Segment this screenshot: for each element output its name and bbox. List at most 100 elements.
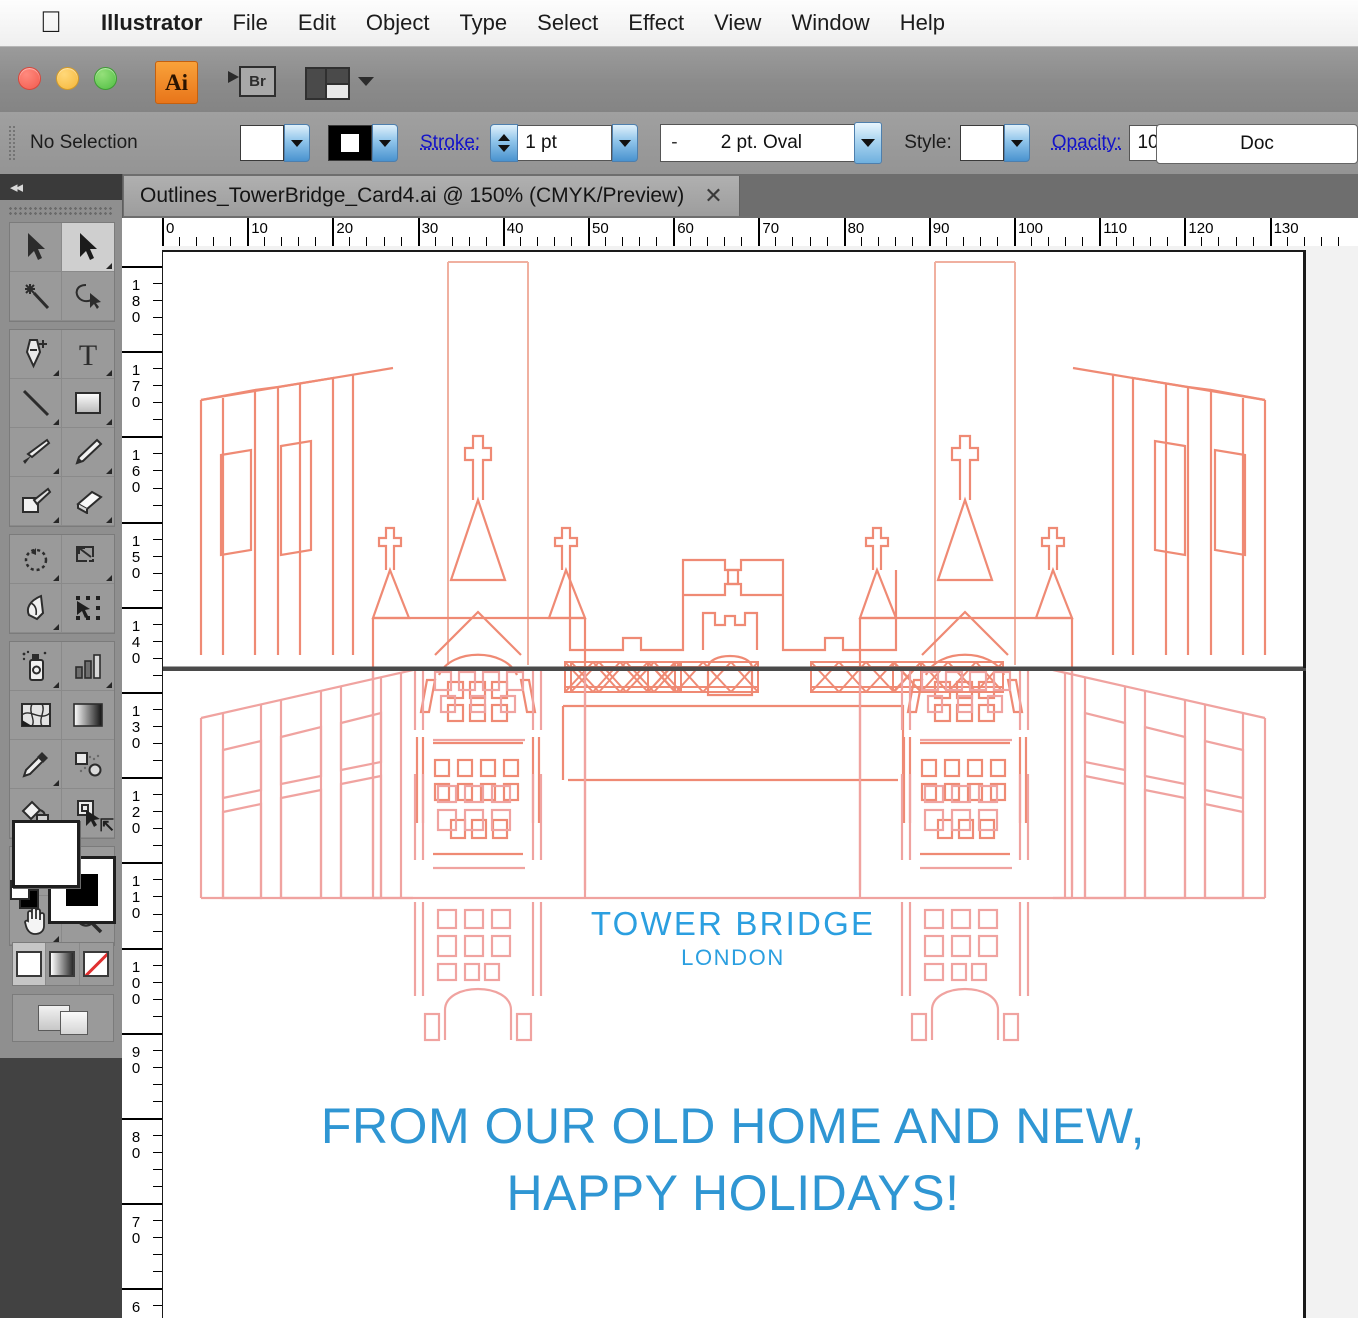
- tool-flyout-indicator[interactable]: [106, 263, 112, 269]
- rectangle-tool[interactable]: [62, 379, 114, 428]
- collapse-panel-icon[interactable]: ◂◂: [10, 178, 23, 196]
- ruler-tick-minor: [230, 237, 232, 246]
- free-transform-tool[interactable]: [62, 584, 114, 633]
- stroke-weight-dropdown-icon[interactable]: [612, 124, 639, 162]
- column-graph-tool[interactable]: [62, 642, 114, 691]
- width-warp-tool[interactable]: [10, 584, 62, 633]
- tool-group-transform: [9, 534, 115, 634]
- ruler-tick-minor: [153, 300, 162, 302]
- ruler-tick-minor: [894, 237, 896, 246]
- fill-dropdown-icon[interactable]: [284, 124, 310, 162]
- close-icon[interactable]: ✕: [704, 183, 722, 209]
- vertical-ruler[interactable]: 1 8 0 1 7 0 1 6 0 1 5 0 1 4 0 1 3 0 1 2 0 1 1 0…: [122, 246, 164, 1318]
- fill-swatch-group[interactable]: [240, 124, 310, 162]
- color-mode-row: [12, 942, 114, 986]
- fill-color-well[interactable]: [12, 820, 80, 888]
- ruler-tick-major: [247, 218, 250, 246]
- ruler-tick-minor: [962, 237, 964, 246]
- stroke-swatch-group[interactable]: [328, 124, 398, 162]
- minimize-button[interactable]: [56, 67, 79, 90]
- ruler-tick-minor: [153, 1220, 162, 1222]
- gradient-tool[interactable]: [62, 691, 114, 740]
- ruler-label: 40: [506, 220, 524, 237]
- stroke-weight-input[interactable]: 1 pt: [518, 125, 613, 161]
- document-canvas[interactable]: TOWER BRIDGE LONDON FROM OUR OLD HOME AN…: [162, 246, 1358, 1318]
- symbol-sprayer-tool[interactable]: [10, 642, 62, 691]
- swap-fill-stroke-icon[interactable]: ⇱: [100, 816, 114, 836]
- menu-select[interactable]: Select: [522, 10, 613, 36]
- chevron-down-icon[interactable]: [358, 77, 374, 86]
- magic-wand-tool[interactable]: [10, 272, 62, 321]
- eyedropper-tool[interactable]: [10, 740, 62, 789]
- ruler-tick-minor: [153, 1305, 162, 1307]
- control-bar-grip[interactable]: [8, 125, 16, 161]
- menu-help[interactable]: Help: [885, 10, 960, 36]
- graphic-style-swatch[interactable]: [959, 125, 1004, 161]
- graphic-style-group[interactable]: [959, 124, 1030, 162]
- menu-view[interactable]: View: [699, 10, 776, 36]
- opacity-label[interactable]: Opacity:: [1052, 132, 1122, 154]
- tools-panel: ◂◂ T ⇱: [0, 174, 123, 1318]
- ruler-tick-minor: [1048, 237, 1050, 246]
- zoom-button[interactable]: [94, 67, 117, 90]
- color-mode-solid[interactable]: [13, 943, 47, 985]
- ruler-tick-major: [1184, 218, 1187, 246]
- ruler-label: 7 0: [131, 1214, 141, 1248]
- stroke-weight-stepper[interactable]: [490, 124, 519, 162]
- menu-edit[interactable]: Edit: [283, 10, 351, 36]
- blend-tool[interactable]: [62, 740, 114, 789]
- ruler-tick-minor: [656, 237, 658, 246]
- line-segment-tool[interactable]: [10, 379, 62, 428]
- mesh-tool[interactable]: [10, 691, 62, 740]
- ruler-tick-minor: [153, 487, 162, 489]
- ruler-tick-minor: [153, 981, 162, 983]
- ruler-tick-minor: [153, 538, 162, 540]
- stroke-label[interactable]: Stroke:: [420, 132, 480, 154]
- screen-mode-button[interactable]: [12, 994, 114, 1042]
- menu-effect[interactable]: Effect: [613, 10, 699, 36]
- brush-definition-select[interactable]: - 2 pt. Oval: [660, 124, 857, 162]
- arrange-documents-icon[interactable]: [305, 67, 350, 100]
- stroke-swatch[interactable]: [328, 125, 372, 161]
- graphic-style-dropdown-icon[interactable]: [1003, 124, 1030, 162]
- stroke-weight-group[interactable]: 1 pt: [490, 124, 639, 162]
- ruler-tick-minor: [1167, 237, 1169, 246]
- illustrator-window:  Illustrator File Edit Object Type Sele…: [0, 0, 1358, 1318]
- paintbrush-tool[interactable]: [10, 428, 62, 477]
- ruler-tick-major: [673, 218, 676, 246]
- pen-tool[interactable]: [10, 330, 62, 379]
- color-mode-none[interactable]: [80, 943, 113, 985]
- menu-object[interactable]: Object: [351, 10, 445, 36]
- lasso-tool[interactable]: [62, 272, 114, 321]
- menu-window[interactable]: Window: [776, 10, 884, 36]
- horizontal-ruler[interactable]: 0 10 20 30 40 50 60 70 80 90 100 110 120 130: [122, 218, 1358, 248]
- rotate-tool[interactable]: [10, 535, 62, 584]
- cursor-icon: [228, 71, 239, 83]
- direct-selection-tool[interactable]: [62, 223, 114, 272]
- pencil-tool[interactable]: [62, 428, 114, 477]
- document-tab[interactable]: Outlines_TowerBridge_Card4.ai @ 150% (CM…: [124, 176, 740, 216]
- ruler-label: 130: [1273, 220, 1299, 237]
- document-setup-button[interactable]: Doc: [1156, 124, 1358, 164]
- ruler-tick-minor: [153, 368, 162, 370]
- ruler-tick-major: [1269, 218, 1272, 246]
- blob-brush-tool[interactable]: [10, 477, 62, 526]
- fill-swatch[interactable]: [240, 125, 284, 161]
- eraser-tool[interactable]: [62, 477, 114, 526]
- document-tab-title: Outlines_TowerBridge_Card4.ai @ 150% (CM…: [140, 184, 685, 207]
- menu-type[interactable]: Type: [444, 10, 522, 36]
- menu-file[interactable]: File: [217, 10, 282, 36]
- type-tool[interactable]: T: [62, 330, 114, 379]
- close-button[interactable]: [18, 67, 41, 90]
- brush-definition-dropdown-icon[interactable]: [854, 122, 883, 164]
- menu-illustrator[interactable]: Illustrator: [86, 10, 217, 36]
- scale-tool[interactable]: [62, 535, 114, 584]
- stroke-dropdown-icon[interactable]: [372, 124, 398, 162]
- apple-logo-icon[interactable]: : [34, 6, 68, 40]
- selection-tool[interactable]: [10, 223, 62, 272]
- artboard[interactable]: TOWER BRIDGE LONDON FROM OUR OLD HOME AN…: [162, 250, 1306, 1318]
- go-to-bridge-button[interactable]: Br: [228, 65, 276, 97]
- ruler-tick-minor: [281, 237, 283, 246]
- color-mode-gradient[interactable]: [46, 943, 80, 985]
- tools-panel-grip[interactable]: [8, 206, 112, 216]
